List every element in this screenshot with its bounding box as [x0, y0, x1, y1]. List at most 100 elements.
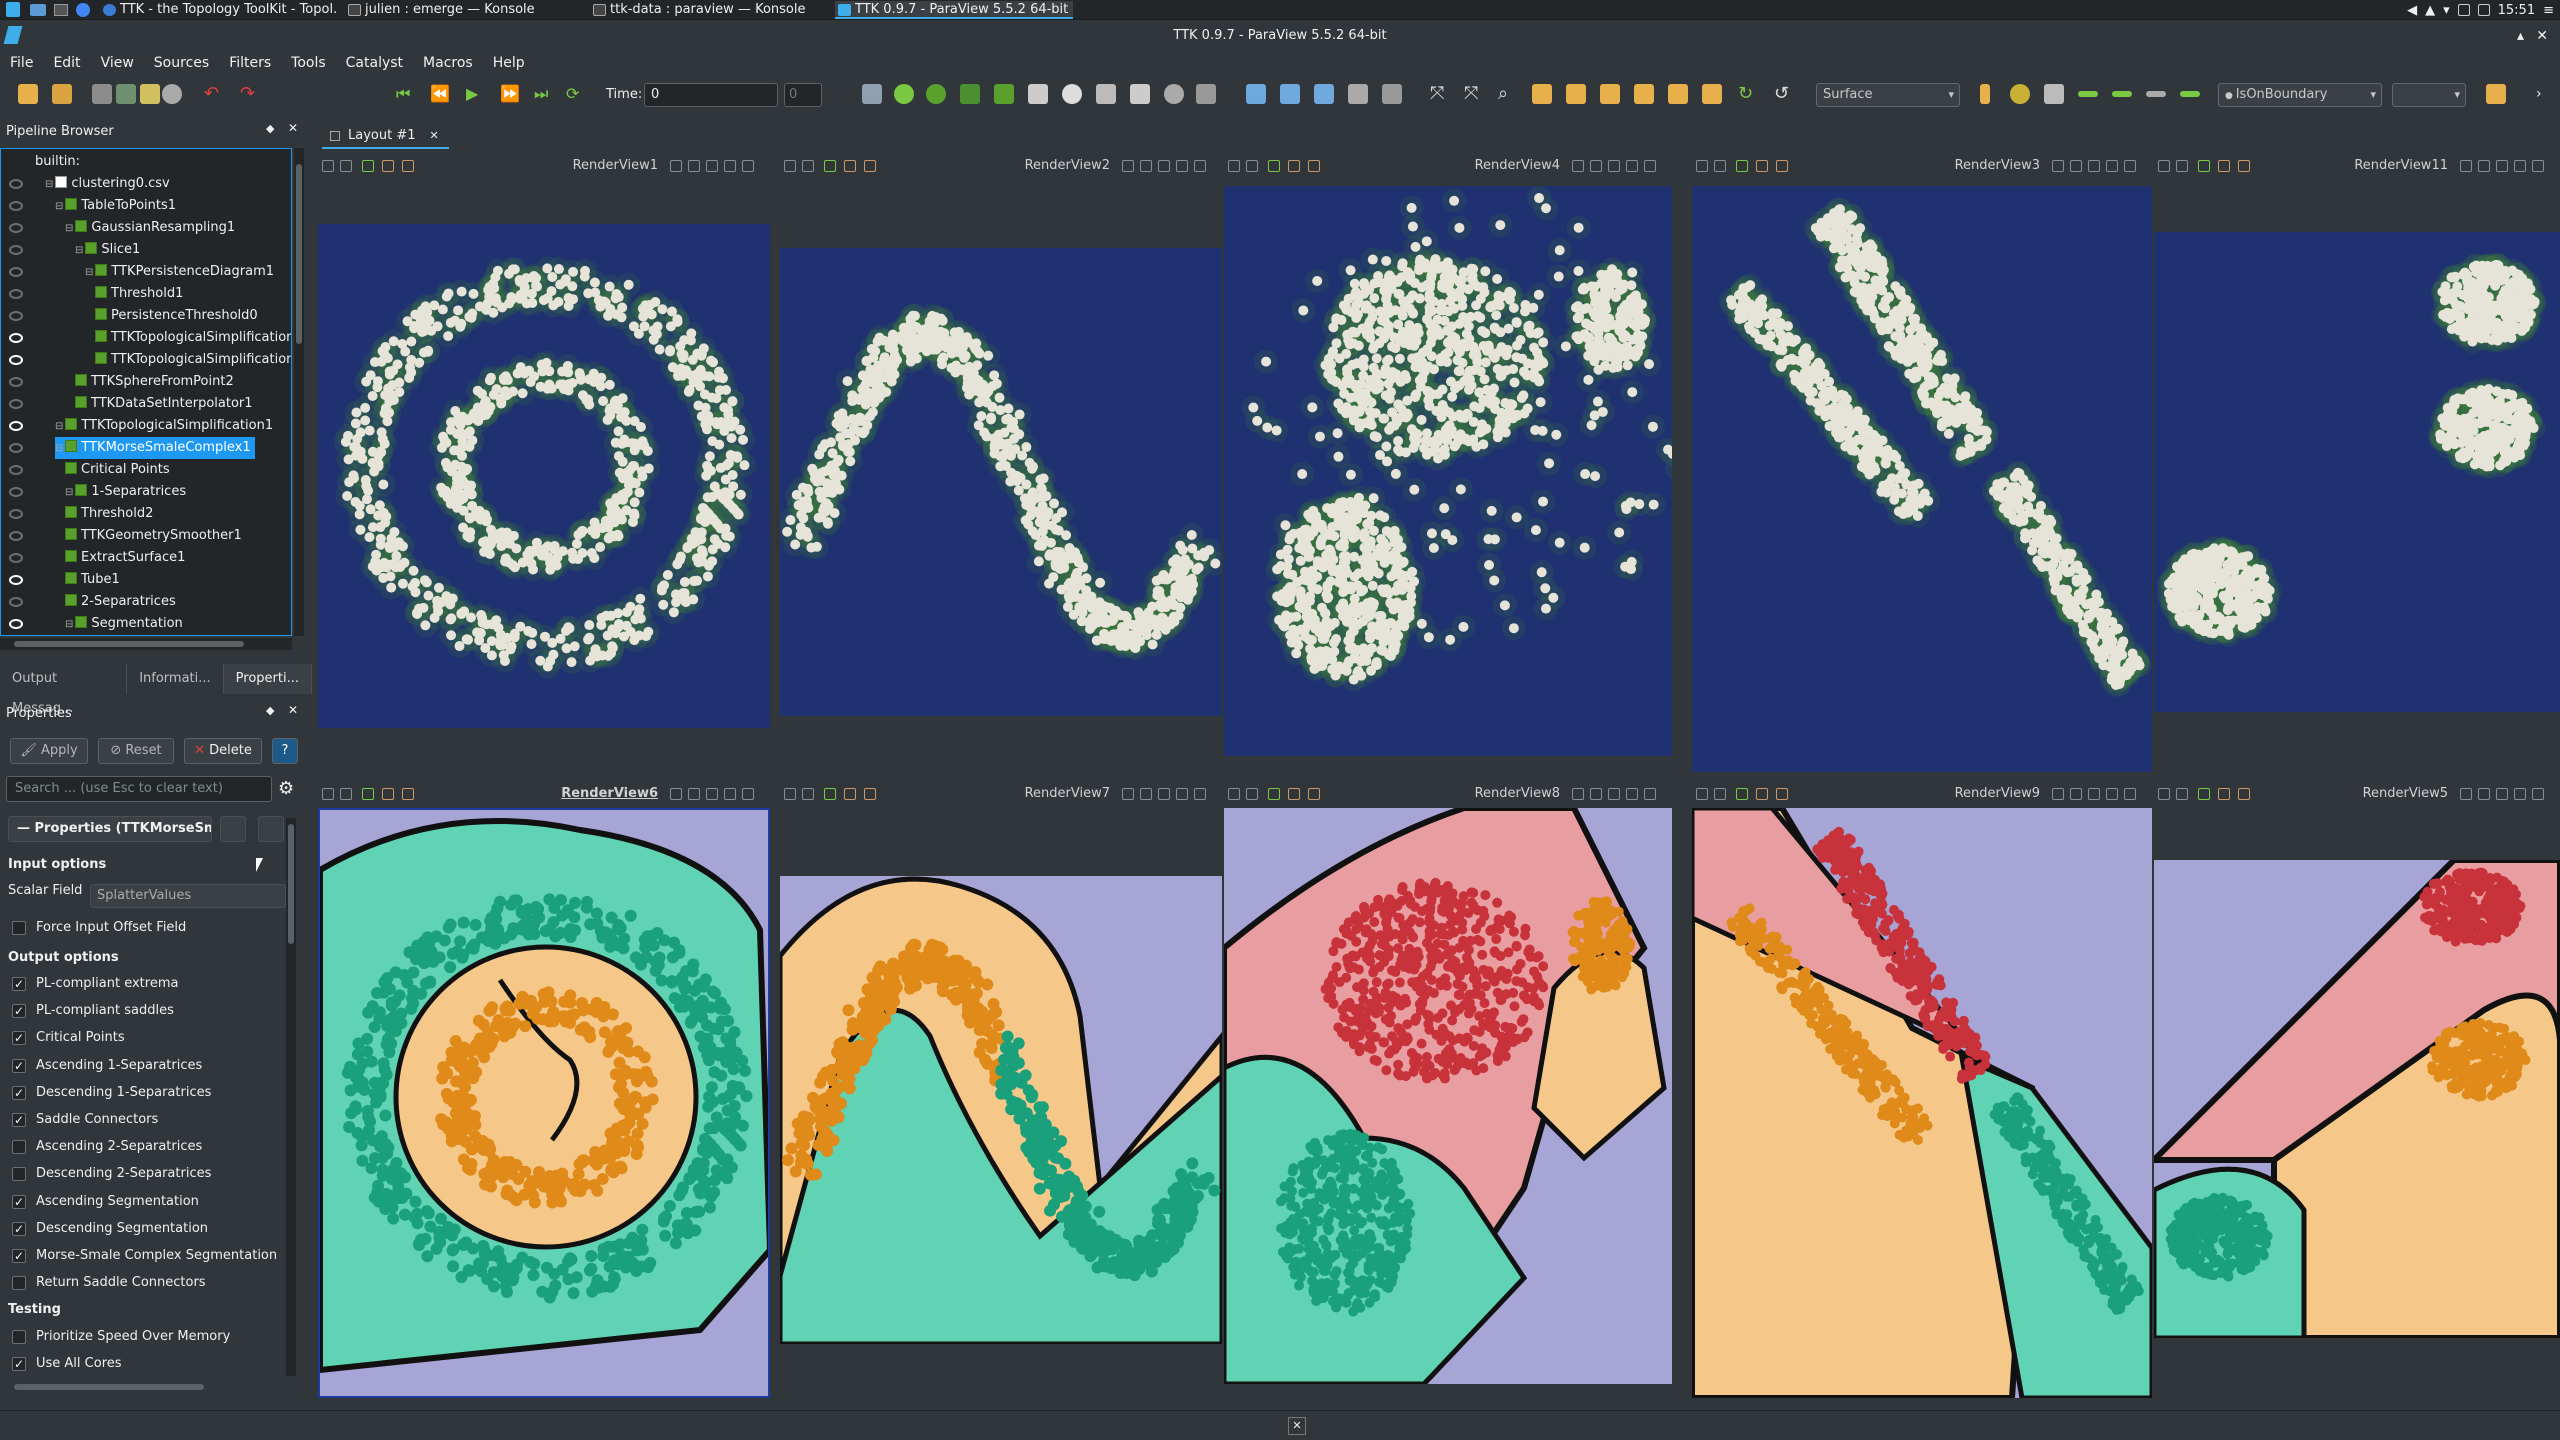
visibility-eye-icon[interactable]: [9, 509, 23, 519]
redo-camera-icon[interactable]: [402, 160, 414, 172]
next-frame-icon[interactable]: ⏩: [500, 84, 520, 104]
split-vertical-icon[interactable]: [688, 160, 700, 172]
undo-camera-icon[interactable]: [1288, 160, 1300, 172]
volume-icon[interactable]: ◀: [2407, 3, 2417, 18]
option-checkbox[interactable]: ✓: [12, 1249, 26, 1263]
close-button[interactable]: ✕: [2536, 20, 2548, 52]
rotate-neg90-icon[interactable]: ↺: [1774, 84, 1794, 104]
screenshot-icon[interactable]: [784, 160, 796, 172]
option-checkbox[interactable]: ✓: [12, 977, 26, 991]
colormap-icon[interactable]: [1980, 84, 1990, 104]
menu-file[interactable]: File: [0, 52, 43, 74]
rescale-icon[interactable]: [2044, 84, 2064, 104]
screenshot-icon[interactable]: [322, 160, 334, 172]
threshold-icon[interactable]: [1028, 84, 1048, 104]
first-frame-icon[interactable]: ⏮: [396, 84, 416, 104]
toolbar-overflow-icon[interactable]: ›: [2536, 84, 2556, 104]
save-state-icon[interactable]: [52, 84, 72, 104]
contour-icon[interactable]: [960, 84, 980, 104]
pipeline-hscrollbar[interactable]: [0, 638, 292, 650]
edit-colormap-icon[interactable]: [2010, 84, 2030, 104]
tray-arrow-icon[interactable]: ▾: [2443, 3, 2450, 18]
tab-properties[interactable]: Properti...: [223, 664, 312, 694]
pipeline-item[interactable]: Threshold1: [95, 283, 183, 305]
redo-icon[interactable]: ↷: [240, 84, 260, 104]
restore-view-icon[interactable]: [1626, 160, 1638, 172]
pipeline-tree[interactable]: builtin: ⊟ clustering0.csv ⊟ TableToPoints1 ⊟…: [0, 148, 292, 636]
axis-nz-icon[interactable]: [1702, 84, 1722, 104]
visibility-eye-icon[interactable]: [9, 399, 23, 409]
pipeline-vscrollbar[interactable]: [294, 148, 304, 636]
screenshot-icon[interactable]: [1228, 160, 1240, 172]
maximize-button[interactable]: ▴: [2517, 20, 2524, 52]
option-checkbox[interactable]: ✓: [12, 1004, 26, 1019]
camera-icon[interactable]: [340, 160, 352, 172]
option-checkbox[interactable]: ✓: [12, 1058, 26, 1073]
expand-toggle-icon[interactable]: ⊟: [55, 421, 63, 432]
reset-button[interactable]: ⊘ Reset: [98, 738, 174, 764]
paste-props-button[interactable]: [258, 816, 284, 842]
menu-edit[interactable]: Edit: [43, 52, 90, 74]
properties-hscroll-thumb[interactable]: [14, 1384, 204, 1390]
visibility-eye-icon[interactable]: [9, 421, 23, 431]
pipeline-item[interactable]: 2-Separatrices: [65, 591, 176, 613]
macro-icon[interactable]: [162, 84, 182, 104]
menu-macros[interactable]: Macros: [413, 52, 483, 74]
find-data-icon[interactable]: [2486, 84, 2506, 104]
split-vertical-icon[interactable]: [1140, 160, 1152, 172]
help-button[interactable]: ?: [272, 738, 298, 764]
advanced-gear-icon[interactable]: ⚙: [278, 778, 294, 799]
properties-vscrollbar[interactable]: [286, 818, 296, 1376]
pipeline-item[interactable]: TTKTopologicalSimplification1: [95, 327, 291, 349]
visibility-eye-icon[interactable]: [9, 355, 23, 365]
pipeline-item[interactable]: ⊟ Slice1: [75, 239, 140, 261]
delete-button[interactable]: ✕ Delete: [184, 738, 262, 764]
visibility-eye-icon[interactable]: [9, 179, 23, 189]
expand-toggle-icon[interactable]: ⊟: [65, 487, 73, 498]
play-icon[interactable]: ▶: [466, 84, 486, 104]
apply-button[interactable]: 🖌 Apply: [10, 738, 88, 764]
axis-nx-icon[interactable]: [1634, 84, 1654, 104]
open-icon[interactable]: [18, 84, 38, 104]
time-index-spinbox[interactable]: 0: [784, 83, 822, 107]
pipeline-item[interactable]: ExtractSurface1: [65, 547, 185, 569]
rotate-90-icon[interactable]: ↻: [1738, 84, 1758, 104]
expand-toggle-icon[interactable]: ⊟: [85, 267, 93, 278]
undo-icon[interactable]: ↶: [204, 84, 224, 104]
browser-icon[interactable]: [76, 3, 90, 17]
close-view-icon[interactable]: [1194, 160, 1206, 172]
render-view-name[interactable]: RenderView2: [1025, 154, 1110, 178]
visibility-eye-icon[interactable]: [9, 597, 23, 607]
tab-layout-1[interactable]: Layout #1 ✕: [322, 123, 449, 149]
pipeline-hscroll-thumb[interactable]: [14, 641, 244, 647]
slice-icon[interactable]: [994, 84, 1014, 104]
testing-checkbox[interactable]: [12, 1330, 26, 1344]
pipeline-item[interactable]: TTKGeometrySmoother1: [65, 525, 242, 547]
restore-view-icon[interactable]: [724, 160, 736, 172]
loop-icon[interactable]: ⟳: [566, 84, 586, 104]
files-icon[interactable]: [30, 4, 46, 16]
extract-icon[interactable]: [1196, 84, 1216, 104]
pipeline-item[interactable]: ⊟ TableToPoints1: [55, 195, 176, 217]
visibility-eye-icon[interactable]: [9, 223, 23, 233]
pipeline-item[interactable]: ⊟ Segmentation: [65, 613, 183, 635]
menu-sources[interactable]: Sources: [144, 52, 219, 74]
camera-reset-icon[interactable]: [1246, 84, 1266, 104]
menu-view[interactable]: View: [91, 52, 144, 74]
pipeline-item[interactable]: TTKSphereFromPoint2: [75, 371, 234, 393]
undo-camera-icon[interactable]: [844, 160, 856, 172]
toggle-color-legend-icon[interactable]: [862, 84, 882, 104]
tab-output-messages[interactable]: Output Messag...: [0, 664, 128, 716]
zoom-box-icon[interactable]: ⌕: [1498, 84, 1518, 104]
testing-checkbox[interactable]: ✓: [12, 1357, 26, 1371]
option-checkbox[interactable]: ✓: [12, 1113, 26, 1127]
pipeline-item[interactable]: Tube1: [65, 569, 120, 591]
close-view-icon[interactable]: [742, 160, 754, 172]
split-horizontal-icon[interactable]: [670, 160, 682, 172]
option-checkbox[interactable]: [12, 1167, 26, 1182]
menu-catalyst[interactable]: Catalyst: [336, 52, 413, 74]
close-properties-icon[interactable]: ✕: [288, 703, 298, 717]
properties-scroll-thumb[interactable]: [288, 824, 294, 944]
last-frame-icon[interactable]: ⏭: [534, 84, 554, 104]
lock-icon[interactable]: ▲: [2425, 3, 2435, 18]
